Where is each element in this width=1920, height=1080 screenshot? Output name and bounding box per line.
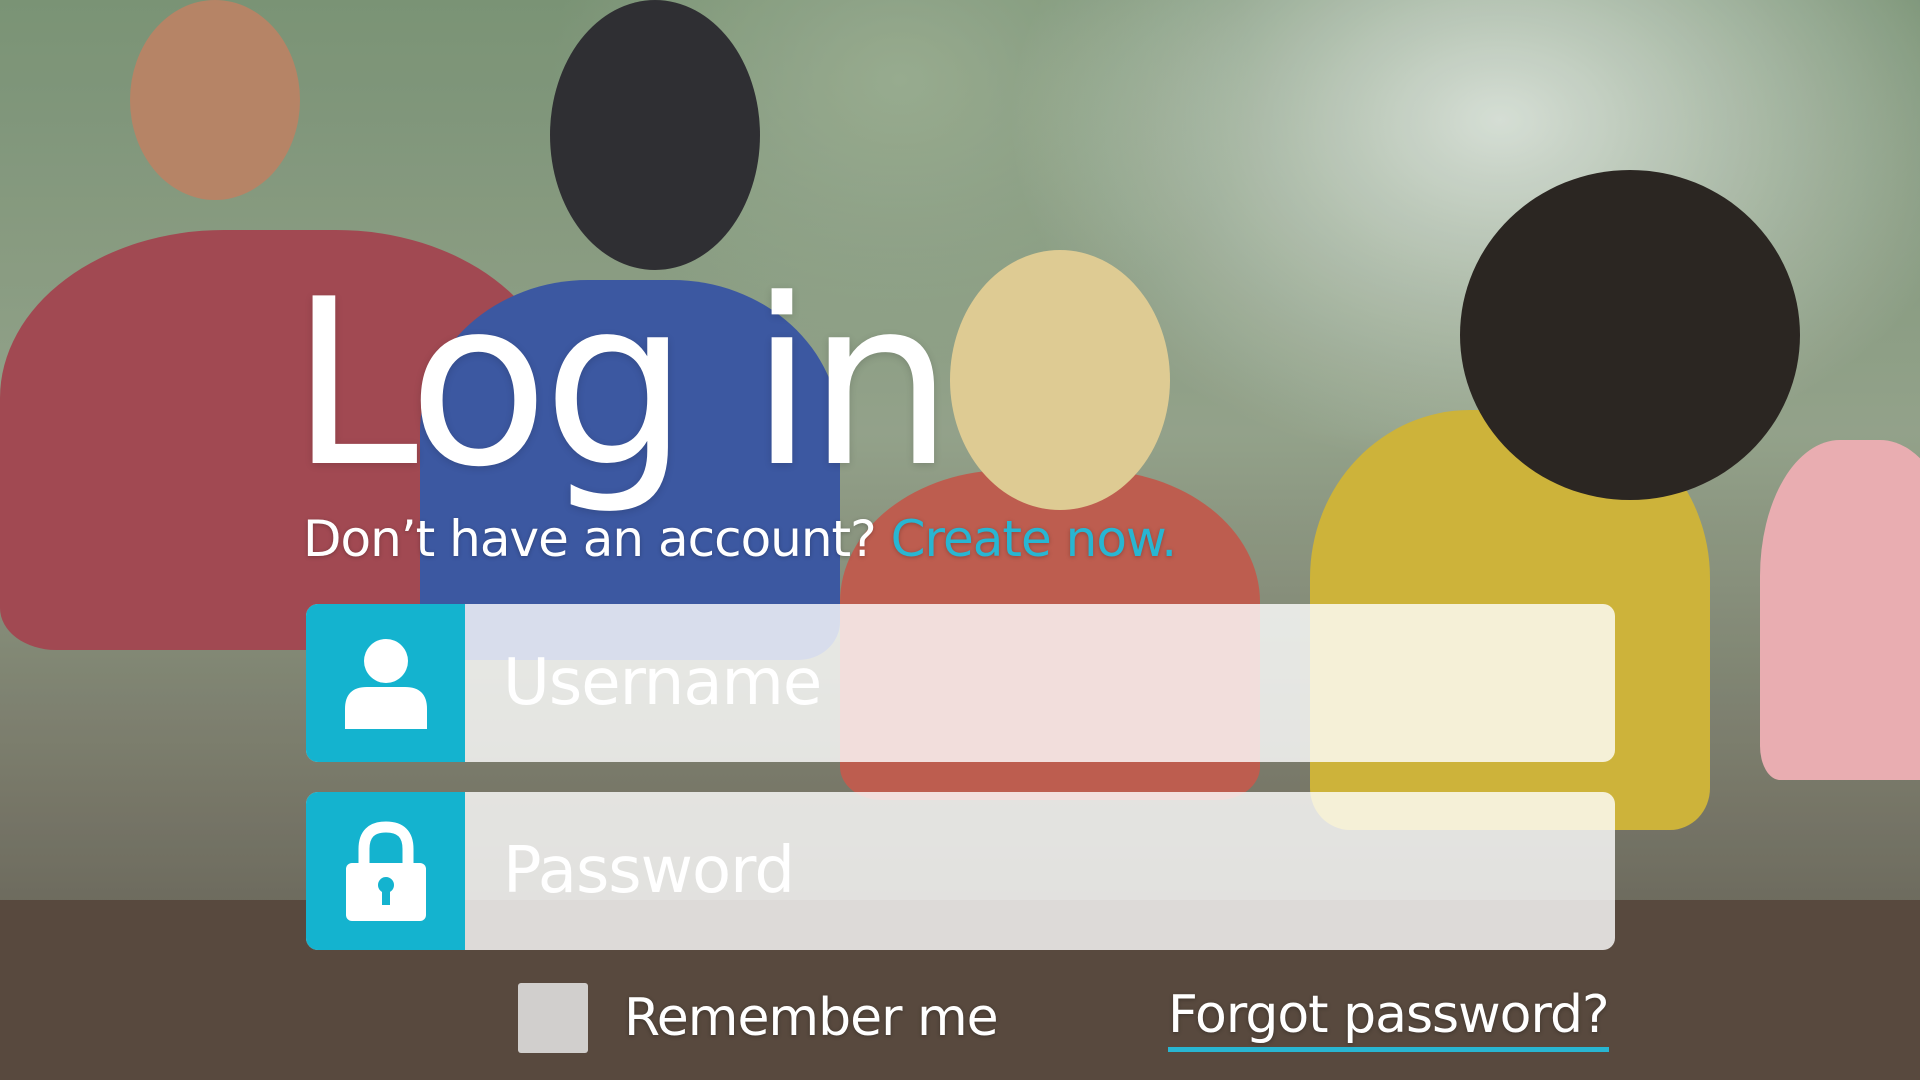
- page-title: Log in: [290, 251, 954, 518]
- user-icon: [344, 639, 427, 729]
- signup-prompt-text: Don’t have an account?: [303, 510, 877, 568]
- create-account-link[interactable]: Create now.: [891, 510, 1178, 568]
- password-input[interactable]: [465, 792, 1615, 950]
- password-field[interactable]: [306, 792, 1615, 950]
- lock-icon: [345, 821, 426, 921]
- forgot-password-link[interactable]: Forgot password?: [1168, 985, 1610, 1052]
- username-input[interactable]: [465, 604, 1615, 762]
- password-icon-box: [306, 792, 465, 950]
- remember-me-label: Remember me: [624, 988, 999, 1048]
- username-icon-box: [306, 604, 465, 762]
- remember-me[interactable]: Remember me: [518, 983, 999, 1053]
- username-field[interactable]: [306, 604, 1615, 762]
- remember-me-checkbox[interactable]: [518, 983, 588, 1053]
- signup-prompt: Don’t have an account? Create now.: [303, 510, 1178, 568]
